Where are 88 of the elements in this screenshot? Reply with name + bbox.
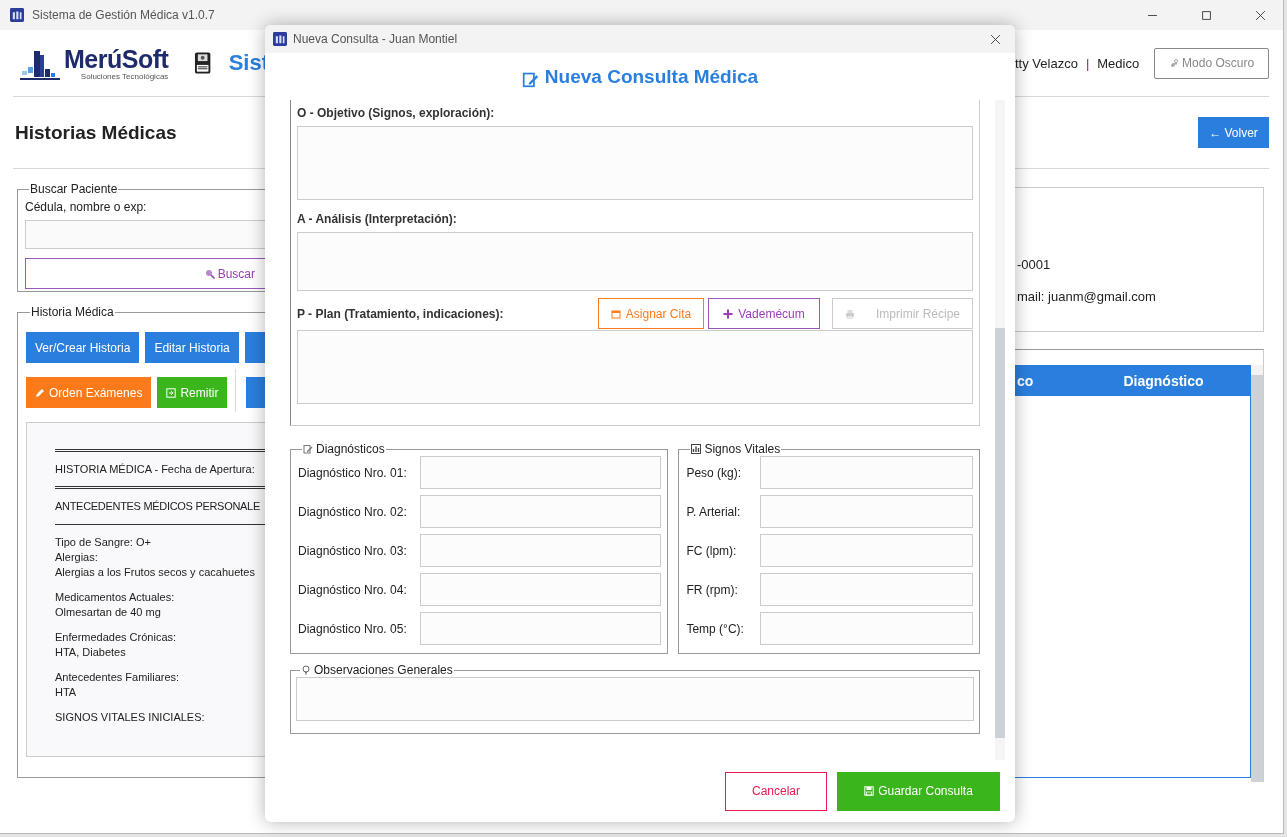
record-line: Alergias: — [55, 550, 99, 565]
record-line: ANTECEDENTES MÉDICOS PERSONALE — [55, 499, 261, 514]
patient-info: -0001 — [1016, 257, 1052, 273]
field-label: FR (rpm): — [686, 582, 739, 597]
save-button[interactable]: Guardar Consulta — [837, 771, 1000, 811]
action-button[interactable]: Remitir — [157, 377, 228, 408]
window-title: Nueva Consulta - Juan Montiel — [293, 32, 459, 46]
record-line: HTA — [55, 685, 78, 700]
field-label: Diagnóstico Nro. 01: — [298, 465, 408, 480]
input-field[interactable] — [420, 612, 662, 645]
cancel-button[interactable]: Cancelar — [725, 771, 827, 811]
section-label: O - Objetivo (Signos, exploración): — [297, 106, 496, 120]
record-line: Enfermedades Crónicas: — [55, 630, 178, 645]
user-role: Medico — [1097, 55, 1140, 71]
field-label: FC (lpm): — [686, 543, 738, 558]
logo-text: MerúSoft — [64, 45, 169, 72]
record-line: SIGNOS VITALES INICIALES: — [55, 710, 206, 725]
record-line: HTA, Diabetes — [55, 645, 127, 660]
record-line: HISTORIA MÉDICA - Fecha de Apertura: — [55, 462, 256, 477]
input-field[interactable] — [420, 456, 662, 489]
close-icon[interactable] — [1254, 9, 1266, 21]
logo-tagline: Soluciones Tecnológicas — [80, 71, 169, 81]
field-label: Diagnóstico Nro. 03: — [298, 543, 408, 558]
section-label: A - Análisis (Interpretación): — [297, 212, 458, 226]
record-line: Antecedentes Familiares: — [55, 670, 181, 685]
action-button[interactable]: Editar Historia — [145, 332, 239, 363]
field-label: Diagnóstico Nro. 05: — [298, 621, 408, 636]
input-field[interactable] — [420, 534, 662, 567]
separator-text: | — [1085, 55, 1090, 71]
save-icon — [864, 786, 875, 796]
dialog-heading: Nueva Consulta Médica — [544, 65, 759, 88]
input-field[interactable] — [420, 573, 662, 606]
group-legend: Signos Vitales — [704, 442, 781, 456]
section-label: P - Plan (Tratamiento, indicaciones): — [297, 306, 505, 321]
action-button[interactable]: Orden Exámenes — [26, 377, 152, 408]
record-line: Alergias a los Frutos secos y cacahuetes — [55, 565, 256, 580]
action-button[interactable]: Asignar Cita — [598, 298, 704, 329]
user-name: tty Velazco — [1015, 55, 1078, 71]
close-icon[interactable] — [989, 33, 1001, 45]
record-line: Medicamentos Actuales: — [55, 590, 176, 605]
patient-info: mail: juanm@gmail.com — [1016, 289, 1157, 305]
action-button[interactable]: Vademécum — [708, 298, 820, 329]
action-button[interactable]: Ver/Crear Historia — [26, 332, 140, 363]
text-area[interactable] — [297, 232, 973, 291]
maximize-icon[interactable] — [1200, 9, 1212, 21]
group-legend: Buscar Paciente — [30, 182, 118, 196]
text-area[interactable] — [297, 126, 973, 200]
calendar-icon — [610, 308, 621, 319]
field-label: Diagnóstico Nro. 02: — [298, 504, 408, 519]
scrollbar[interactable] — [1251, 365, 1263, 782]
field-label: Temp (°C): — [686, 621, 745, 636]
column-header: Diagnóstico — [1122, 373, 1205, 389]
record-line: Tipo de Sangre: O+ — [55, 535, 152, 550]
group-legend: Historia Médica — [31, 305, 114, 319]
input-field[interactable] — [760, 612, 973, 645]
printer-icon — [845, 308, 855, 319]
dark-mode-button[interactable]: Modo Oscuro — [1154, 47, 1269, 79]
back-button[interactable]: ← Volver — [1198, 117, 1269, 148]
text-area[interactable] — [296, 677, 974, 721]
text-area[interactable] — [297, 330, 973, 404]
logo-icon — [18, 48, 62, 81]
group-legend: Observaciones Generales — [314, 663, 453, 677]
input-field[interactable] — [760, 456, 973, 489]
field-label: Diagnóstico Nro. 04: — [298, 582, 408, 597]
column-header: co — [1016, 373, 1035, 389]
edit-icon — [303, 444, 313, 454]
floppy-icon — [194, 51, 212, 75]
transfer-icon — [166, 387, 177, 398]
group-legend: Diagnósticos — [316, 442, 385, 456]
record-line: Olmesartan de 40 mg — [55, 605, 162, 620]
chart-icon — [691, 444, 702, 454]
input-field[interactable] — [760, 495, 973, 528]
scrollbar[interactable] — [995, 100, 1005, 760]
field-label: Cédula, nombre o exp: — [25, 200, 148, 214]
page-title: Historias Médicas — [14, 121, 177, 144]
plus-icon — [723, 308, 734, 319]
pencil-icon — [35, 387, 45, 398]
field-label: P. Arterial: — [686, 504, 742, 519]
bulb-icon — [301, 665, 311, 675]
input-field[interactable] — [760, 573, 973, 606]
search-icon — [204, 268, 215, 279]
app-icon — [10, 8, 24, 22]
edit-icon — [521, 71, 539, 88]
input-field[interactable] — [420, 495, 662, 528]
field-label: Peso (kg): — [686, 465, 743, 480]
input-field[interactable] — [760, 534, 973, 567]
window-title: Sistema de Gestión Médica v1.0.7 — [32, 8, 216, 22]
app-icon — [273, 32, 287, 46]
